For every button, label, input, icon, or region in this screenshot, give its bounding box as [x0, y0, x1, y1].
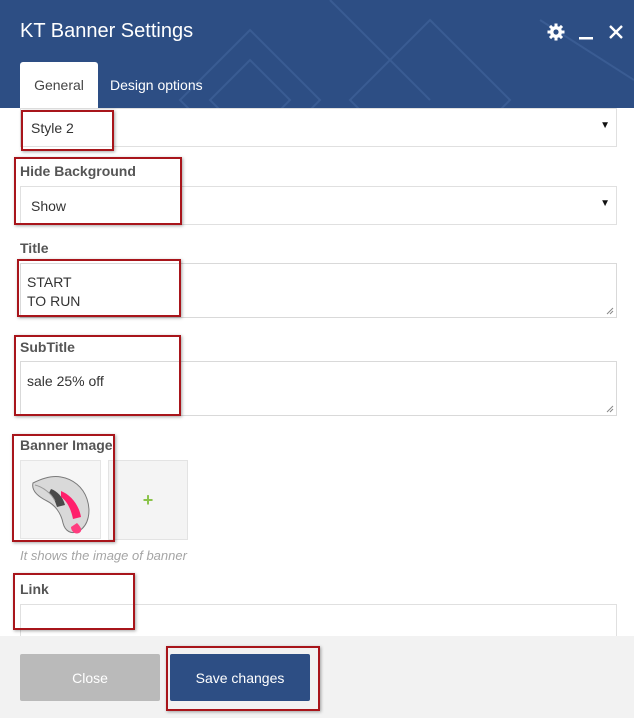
gear-icon[interactable] [544, 20, 568, 44]
close-button[interactable]: Close [20, 654, 160, 701]
subtitle-value: sale 25% off [27, 373, 104, 389]
dialog-content: Style 2 ▼ Hide Background Show ▼ Title S… [0, 108, 634, 636]
dropdown-arrow-icon: ▼ [600, 120, 610, 131]
tab-general[interactable]: General [20, 62, 98, 108]
hide-background-label: Hide Background [20, 163, 136, 179]
header-controls [544, 20, 628, 44]
link-input[interactable] [20, 604, 617, 636]
title-label: Title [20, 240, 49, 256]
hide-background-value: Show [31, 198, 67, 214]
resize-handle-icon[interactable] [606, 307, 614, 315]
tab-design-options[interactable]: Design options [110, 62, 203, 108]
hide-background-select[interactable]: Show ▼ [20, 186, 617, 225]
banner-image-thumbnail[interactable] [20, 460, 101, 539]
dialog-footer: Close Save changes [0, 636, 634, 718]
subtitle-label: SubTitle [20, 339, 75, 355]
style-select[interactable]: Style 2 ▼ [20, 108, 617, 147]
style-select-value: Style 2 [31, 120, 74, 136]
sneaker-image [32, 476, 90, 534]
add-image-button[interactable]: + [108, 460, 188, 540]
title-textarea[interactable]: START TO RUN [20, 263, 617, 318]
title-value: START TO RUN [27, 274, 81, 309]
dialog-title: KT Banner Settings [20, 20, 194, 42]
resize-handle-icon[interactable] [606, 405, 614, 413]
link-label: Link [20, 581, 49, 597]
minimize-icon[interactable] [574, 20, 598, 44]
banner-image-hint: It shows the image of banner [20, 548, 187, 563]
save-changes-button[interactable]: Save changes [170, 654, 310, 701]
subtitle-textarea[interactable]: sale 25% off [20, 361, 617, 416]
banner-image-label: Banner Image [20, 437, 113, 453]
dialog-header: KT Banner Settings General Design option… [0, 0, 634, 108]
close-icon[interactable] [604, 20, 628, 44]
dropdown-arrow-icon: ▼ [600, 198, 610, 209]
